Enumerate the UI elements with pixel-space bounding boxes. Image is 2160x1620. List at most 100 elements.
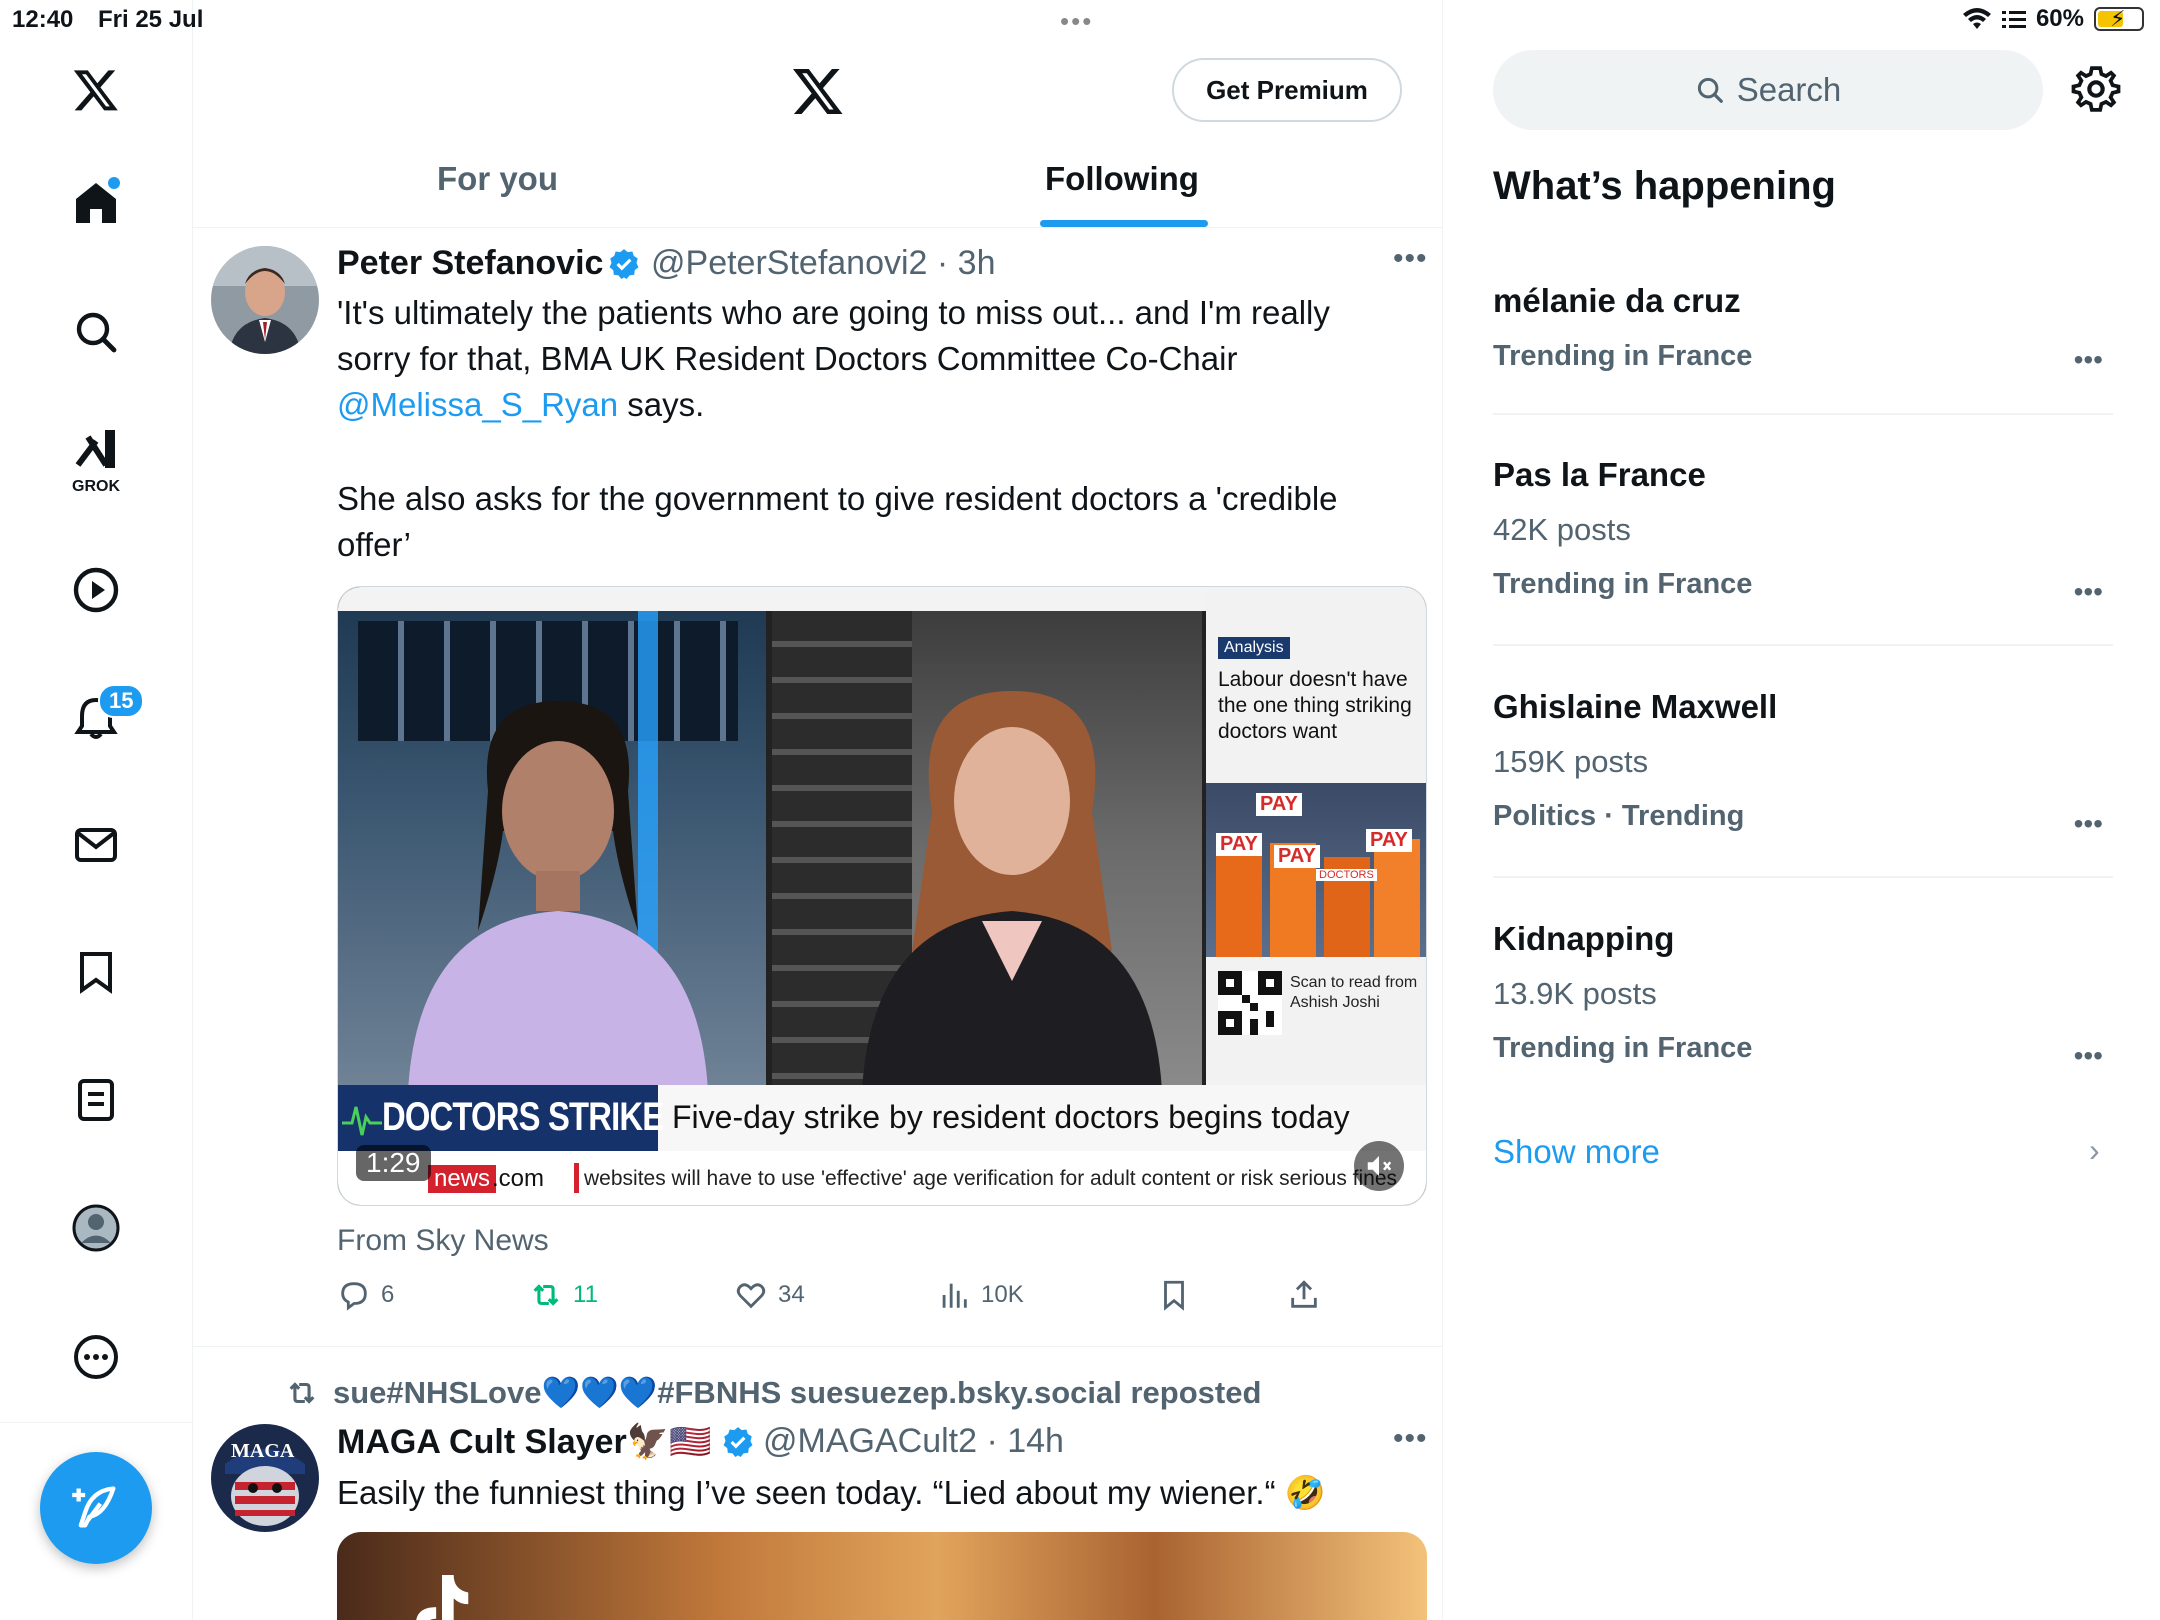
verified-badge-icon (723, 1427, 753, 1458)
grok-icon (75, 430, 115, 468)
trend-name: Pas la France (1493, 456, 1706, 493)
views-button[interactable]: 10K (937, 1278, 1024, 1312)
search-placeholder: Search (1736, 71, 1842, 108)
status-bar: 12:40 Fri 25 Jul ••• 60% ⚡ (0, 0, 2160, 40)
placard: PAY (1366, 829, 1412, 852)
trend-more-icon[interactable]: ••• (2074, 808, 2103, 840)
tweet-more-icon[interactable]: ••• (1393, 242, 1428, 276)
compose-post-button[interactable] (40, 1452, 152, 1564)
status-right: 60% ⚡ (1962, 5, 2144, 33)
media-source[interactable]: From Sky News (337, 1224, 549, 1258)
qr-code-icon (1218, 971, 1282, 1035)
trend-item[interactable]: Kidnapping 13.9K posts Trending in Franc… (1493, 920, 2113, 1071)
author-handle[interactable]: @MAGACult2 · 14h (763, 1422, 1064, 1461)
show-more-link[interactable]: Show more (1493, 1133, 1660, 1171)
trend-posts: 42K posts (1493, 512, 1631, 547)
trend-meta: Trending in France (1493, 340, 1753, 372)
active-tab-indicator (1040, 220, 1208, 227)
protest-photo: PAY PAY PAY PAY DOCTORS (1206, 783, 1426, 957)
bookmark-icon (1164, 1280, 1184, 1311)
trend-meta: Trending in France (1493, 1032, 1753, 1064)
bookmark-button[interactable] (1157, 1278, 1191, 1312)
video-duration: 1:29 (356, 1145, 431, 1181)
trend-name: mélanie da cruz (1493, 282, 1741, 319)
mention-link[interactable]: @Melissa_S_Ryan (337, 386, 618, 423)
gear-icon[interactable] (2071, 64, 2121, 114)
placard: PAY (1274, 845, 1320, 868)
left-navigation: GROK 15 (0, 0, 193, 1620)
search-icon (1697, 77, 1723, 103)
avatar[interactable]: MAGA (211, 1424, 319, 1532)
nav-bookmarks[interactable] (56, 932, 136, 1012)
tweet-text-part: says. (618, 386, 705, 423)
repost-context-text: sue#NHSLove💙💙💙#FBNHS suesuezep.bsky.soci… (333, 1375, 1262, 1410)
trend-more-icon[interactable]: ••• (2074, 1040, 2103, 1072)
author-name[interactable]: Peter Stefanovic (337, 244, 603, 283)
nav-profile[interactable] (56, 1188, 136, 1268)
trend-divider (1493, 644, 2113, 646)
nav-x-logo[interactable] (56, 50, 136, 130)
heart-icon (736, 1283, 766, 1309)
get-premium-button[interactable]: Get Premium (1172, 58, 1402, 122)
author-name[interactable]: MAGA Cult Slayer🦅🇺🇸 (337, 1422, 711, 1462)
nav-divider (0, 1422, 193, 1423)
nav-notifications[interactable]: 15 (56, 678, 145, 758)
ticker-brand: news (428, 1165, 497, 1193)
play-circle-icon (73, 567, 119, 613)
verified-badge-icon (609, 249, 639, 280)
tweet-more-icon[interactable]: ••• (1393, 1422, 1428, 1456)
reply-button[interactable]: 6 (337, 1278, 394, 1312)
trend-item[interactable]: Pas la France 42K posts Trending in Fran… (1493, 456, 2113, 607)
share-icon (1291, 1280, 1317, 1308)
right-sidebar: Search What’s happening mélanie da cruz … (1443, 0, 2160, 1620)
chevron-right-icon[interactable]: › (2089, 1132, 2100, 1169)
repost-icon (289, 1381, 315, 1404)
search-input[interactable]: Search (1493, 50, 2043, 130)
repost-context[interactable]: sue#NHSLove💙💙💙#FBNHS suesuezep.bsky.soci… (285, 1374, 1261, 1411)
bookmark-icon (80, 952, 112, 994)
nav-messages[interactable] (56, 805, 136, 885)
tweet-text: 'It's ultimately the patients who are go… (337, 290, 1387, 428)
repost-count: 11 (573, 1281, 598, 1308)
screen-mirror-icon (2001, 11, 2026, 28)
nav-home[interactable] (56, 163, 136, 243)
avatar[interactable] (211, 246, 319, 354)
ticker-text: websites will have to use 'effective' ag… (584, 1167, 1398, 1190)
grok-label: GROK (72, 478, 120, 495)
nav-lists[interactable] (56, 1060, 136, 1140)
lower-third: DOCTORS STRIKE Five-day strike by reside… (338, 1085, 1426, 1151)
status-time: 12:40 (12, 6, 74, 33)
trend-item[interactable]: Ghislaine Maxwell 159K posts Politics · … (1493, 688, 2113, 839)
mute-button[interactable] (1354, 1141, 1404, 1191)
video-analysis-panel: Analysis Labour doesn't have the one thi… (1206, 587, 1426, 1085)
trend-more-icon[interactable]: ••• (2074, 576, 2103, 608)
tab-following[interactable]: Following (1045, 160, 1199, 198)
nav-grok[interactable]: GROK (56, 418, 136, 498)
list-icon (78, 1079, 114, 1121)
like-button[interactable]: 34 (734, 1278, 805, 1312)
tweet-divider (193, 1346, 1442, 1347)
tab-for-you[interactable]: For you (437, 160, 558, 198)
video-player[interactable]: Analysis Labour doesn't have the one thi… (337, 586, 1427, 1206)
battery-percent: 60% (2035, 5, 2084, 32)
x-logo-icon[interactable] (791, 64, 845, 118)
tiktok-logo-icon (416, 1575, 469, 1620)
trend-item[interactable]: mélanie da cruz Trending in France ••• (1493, 282, 2113, 376)
tweet-media[interactable] (337, 1532, 1427, 1620)
profile-avatar-icon (72, 1204, 120, 1252)
wifi-icon (1962, 8, 1991, 29)
repost-button[interactable]: 11 (529, 1278, 598, 1312)
nav-explore[interactable] (56, 292, 136, 372)
trend-more-icon[interactable]: ••• (2074, 344, 2103, 376)
multitasking-dots-icon[interactable]: ••• (1060, 6, 1093, 37)
views-chart-icon (942, 1283, 967, 1308)
trend-divider (1493, 413, 2113, 415)
placard-sub: DOCTORS (1316, 869, 1377, 881)
trend-posts: 159K posts (1493, 744, 1649, 779)
x-logo-icon (73, 70, 118, 111)
share-button[interactable] (1287, 1278, 1321, 1312)
nav-more[interactable] (56, 1317, 136, 1397)
nav-videos[interactable] (56, 550, 136, 630)
author-handle[interactable]: @PeterStefanovi2 · 3h (651, 244, 995, 283)
trend-name: Ghislaine Maxwell (1493, 688, 1778, 725)
